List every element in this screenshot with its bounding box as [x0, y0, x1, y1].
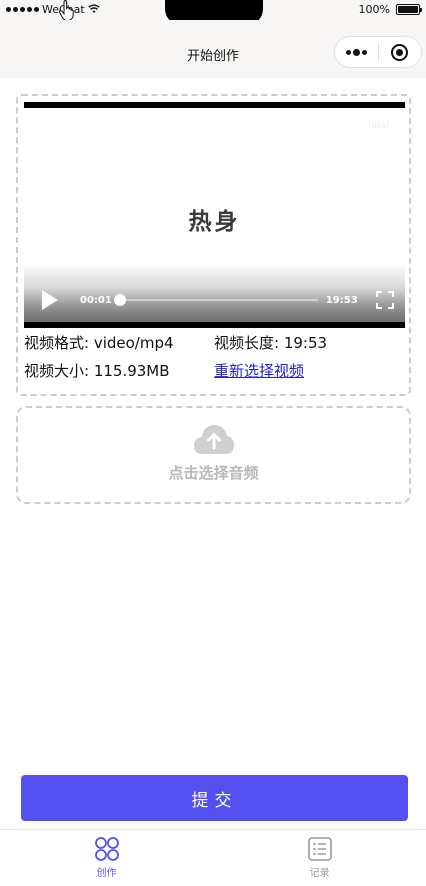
cloud-upload-icon: [193, 425, 234, 454]
battery-icon: [396, 3, 422, 15]
tab-label: 创作: [96, 868, 117, 879]
video-format: 视频格式: video/mp4: [24, 334, 174, 352]
tab-create[interactable]: 创作: [0, 830, 213, 886]
more-icon[interactable]: [335, 37, 378, 67]
battery-percent: 100%: [358, 2, 390, 16]
fullscreen-icon[interactable]: [375, 291, 394, 309]
signal-dots-icon: [6, 6, 39, 12]
close-target-icon[interactable]: [379, 37, 421, 67]
video-watermark: lalal: [368, 120, 389, 131]
video-size: 视频大小: 115.93MB: [24, 362, 170, 380]
mini-program-capsule: [334, 36, 422, 68]
video-controls: 00:01 19:53: [24, 278, 405, 322]
tab-label: 记录: [309, 868, 330, 879]
tab-bar: 创作 记录: [0, 829, 426, 886]
video-info-row: 视频大小: 115.93MB 重新选择视频: [24, 360, 405, 382]
select-audio-area[interactable]: 点击选择音频: [16, 406, 411, 504]
video-player[interactable]: lalal 热身 00:01 19:53: [24, 102, 405, 328]
video-card: lalal 热身 00:01 19:53 视频格式: video/mp4 视频长…: [16, 94, 411, 396]
create-icon: [94, 837, 119, 861]
video-length: 视频长度: 19:53: [214, 334, 328, 352]
play-icon[interactable]: [42, 290, 58, 310]
select-audio-label: 点击选择音频: [168, 464, 259, 482]
video-frame-title: 热身: [188, 209, 241, 235]
reselect-video-link[interactable]: 重新选择视频: [214, 360, 304, 382]
current-time: 00:01: [80, 294, 112, 306]
nav-bar: 开始创作: [0, 20, 426, 78]
progress-slider[interactable]: [113, 294, 318, 306]
wifi-icon: [88, 4, 100, 14]
list-icon: [307, 837, 332, 861]
video-info-row: 视频格式: video/mp4 视频长度: 19:53: [24, 332, 405, 354]
status-left: WeChat: [6, 2, 100, 16]
status-right: 100%: [358, 2, 422, 16]
tab-records[interactable]: 记录: [213, 830, 426, 886]
progress-thumb[interactable]: [113, 294, 126, 306]
video-frame: lalal 热身 00:01 19:53: [24, 108, 405, 322]
page: WeChat 100% 开始创作 lalal 热身 00:01 19:53 视频…: [0, 0, 426, 886]
duration-time: 19:53: [325, 294, 358, 306]
status-bar: WeChat 100%: [0, 0, 426, 25]
submit-button[interactable]: 提交: [21, 775, 408, 821]
